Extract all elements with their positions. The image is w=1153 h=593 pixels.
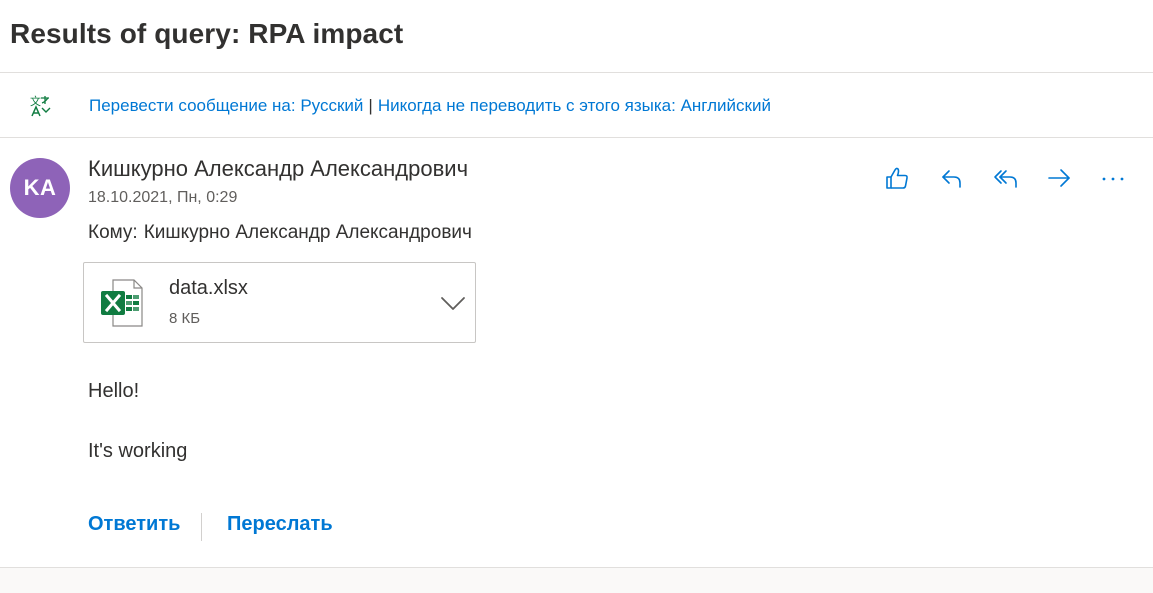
recipient-name[interactable]: Кишкурно Александр Александрович — [144, 222, 472, 243]
like-button[interactable] — [881, 162, 913, 194]
reply-all-icon — [994, 170, 1017, 188]
translate-icon: 文 — [29, 94, 53, 118]
reply-all-button[interactable] — [990, 162, 1022, 194]
translate-message-link[interactable]: Перевести сообщение на: Русский — [89, 96, 363, 115]
forward-link[interactable]: Переслать — [227, 513, 333, 536]
svg-text:文: 文 — [30, 94, 41, 108]
translation-separator: | — [368, 96, 373, 115]
never-translate-link[interactable]: Никогда не переводить с этого языка: Анг… — [378, 96, 771, 115]
reply-button[interactable] — [936, 162, 968, 194]
message-actions — [0, 162, 1153, 194]
more-icon — [1102, 177, 1124, 181]
thumbs-up-icon — [886, 167, 908, 189]
reply-icon — [942, 170, 961, 188]
attachment-card[interactable]: data.xlsx 8 КБ — [83, 262, 476, 343]
message-body-line: It's working — [88, 440, 188, 462]
recipient-line: Кому: Кишкурно Александр Александрович — [88, 222, 472, 244]
translation-bar: 文 Перевести сообщение на: Русский | Никогд… — [0, 73, 1153, 138]
attachment-file-name: data.xlsx — [169, 277, 248, 299]
chevron-down-icon[interactable] — [439, 289, 467, 317]
excel-icon — [101, 279, 143, 327]
message-reading-pane: Results of query: RPA impact 文 Перевести… — [0, 0, 1153, 593]
forward-button[interactable] — [1043, 162, 1075, 194]
reading-pane-bottom — [0, 567, 1153, 593]
to-label: Кому: — [88, 222, 138, 243]
reply-links-divider — [201, 513, 202, 541]
more-actions-button[interactable] — [1097, 162, 1129, 194]
message-subject: Results of query: RPA impact — [10, 18, 404, 49]
message-body-line: Hello! — [88, 380, 140, 402]
translation-links: Перевести сообщение на: Русский | Никогда … — [89, 96, 771, 116]
attachment-file-size: 8 КБ — [169, 310, 201, 327]
subject-bar: Results of query: RPA impact — [0, 0, 1153, 73]
reply-link[interactable]: Ответить — [88, 513, 180, 536]
forward-icon — [1048, 169, 1070, 187]
